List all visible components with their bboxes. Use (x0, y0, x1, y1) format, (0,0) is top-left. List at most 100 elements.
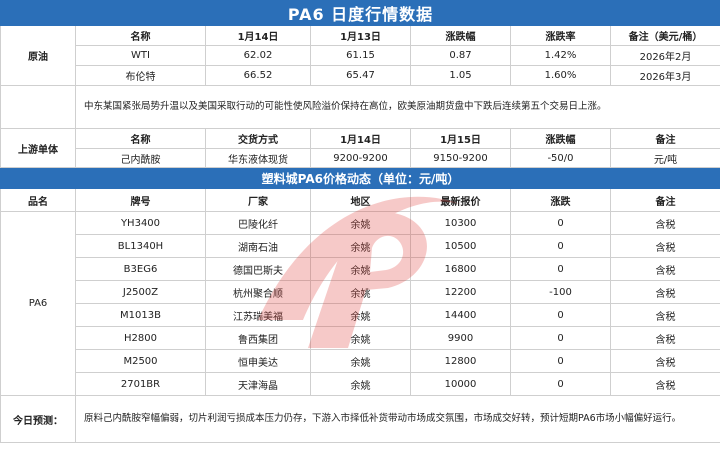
table-row: B3EG6 德国巴斯夫 余姚 16800 0 含税 (1, 257, 720, 281)
table-cell: 0 (510, 303, 611, 327)
table-cell: 余姚 (310, 372, 411, 396)
table-row: 2701BR 天津海晶 余姚 10000 0 含税 (1, 372, 720, 396)
crude-cell: 61.15 (310, 45, 411, 66)
table-cell: 德国巴斯夫 (205, 257, 311, 281)
crude-row-wti: WTI 62.02 61.15 0.87 1.42% 2026年2月 (1, 45, 720, 66)
upstream-cell: 元/吨 (609, 148, 720, 168)
table-row: H2800 鲁西集团 余姚 9900 0 含税 (1, 326, 720, 350)
table-cell: 余姚 (310, 280, 411, 304)
crude-cell: 1.05 (410, 65, 511, 86)
crude-cell: 布伦特 (75, 65, 206, 86)
crude-note-spacer (0, 85, 76, 129)
table-cell: 9900 (410, 326, 511, 350)
table-cell: 含税 (609, 234, 720, 258)
table-cell: 含税 (609, 372, 720, 396)
dynamics-col-grade: 牌号 (75, 188, 206, 212)
table-cell: 0 (510, 326, 611, 350)
table-cell: 湖南石油 (205, 234, 311, 258)
upstream-col: 交货方式 (205, 128, 311, 149)
crude-cell: 62.02 (205, 45, 311, 66)
table-cell: 12200 (410, 280, 511, 304)
table-cell: 鲁西集团 (205, 326, 311, 350)
page-title: PA6 日度行情数据 (0, 0, 720, 26)
table-cell: 含税 (609, 349, 720, 373)
table-cell: B3EG6 (75, 257, 206, 281)
dynamics-header-row: 品名 牌号 厂家 地区 最新报价 涨跌 备注 (0, 188, 720, 212)
table-cell: H2800 (75, 326, 206, 350)
table-cell: 14400 (410, 303, 511, 327)
upstream-row: 己内酰胺 华东液体现货 9200-9200 9150-9200 -50/0 元/… (1, 148, 720, 168)
crude-cell: 2026年2月 (609, 45, 720, 66)
table-cell: 余姚 (310, 303, 411, 327)
crude-col-note: 备注（美元/桶） (609, 25, 720, 46)
table-cell: 16800 (410, 257, 511, 281)
table-cell: 杭州聚合顺 (205, 280, 311, 304)
table-cell: M1013B (75, 303, 206, 327)
crude-cell: 1.42% (510, 45, 611, 66)
upstream-cell: -50/0 (510, 148, 611, 168)
crude-cell: 66.52 (205, 65, 311, 86)
table-cell: 余姚 (310, 326, 411, 350)
table-cell: 0 (510, 372, 611, 396)
crude-note: 中东某国紧张局势升温以及美国采取行动的可能性使风险溢价保持在高位，欧美原油期货盘… (74, 85, 720, 129)
table-cell: 10000 (410, 372, 511, 396)
table-row: M1013B 江苏瑞美福 余姚 14400 0 含税 (1, 303, 720, 327)
table-cell: 恒申美达 (205, 349, 311, 373)
table-cell: 2701BR (75, 372, 206, 396)
crude-section-label: 原油 (0, 25, 76, 86)
table-cell: 0 (510, 234, 611, 258)
dynamics-col-note: 备注 (609, 188, 720, 212)
table-cell: M2500 (75, 349, 206, 373)
crude-cell: 1.60% (510, 65, 611, 86)
table-cell: 余姚 (310, 234, 411, 258)
crude-cell: WTI (75, 45, 206, 66)
table-cell: 含税 (609, 326, 720, 350)
crude-col-date2: 1月13日 (310, 25, 411, 46)
pa6-daily-table: PA6 日度行情数据 原油 名称 1月14日 1月13日 涨跌幅 涨跌率 备注（… (0, 0, 720, 443)
crude-col-date1: 1月14日 (205, 25, 311, 46)
dynamics-col-maker: 厂家 (205, 188, 311, 212)
upstream-col: 1月15日 (410, 128, 511, 149)
table-cell: 0 (510, 349, 611, 373)
crude-cell: 65.47 (310, 65, 411, 86)
forecast-label: 今日预测： (0, 395, 76, 443)
table-row: BL1340H 湖南石油 余姚 10500 0 含税 (1, 234, 720, 258)
table-cell: 0 (510, 211, 611, 235)
upstream-header-row: 上游单体 名称 交货方式 1月14日 1月15日 涨跌幅 备注 (0, 128, 720, 168)
table-cell: 含税 (609, 257, 720, 281)
dynamics-col-region: 地区 (310, 188, 411, 212)
table-cell: 天津海晶 (205, 372, 311, 396)
upstream-col: 名称 (75, 128, 206, 149)
dynamics-product: PA6 (0, 211, 76, 396)
forecast-row: 今日预测： 原料己内酰胺窄幅偏弱，切片利润亏损成本压力仍存，下游入市择低补货带动… (0, 395, 720, 443)
dynamics-col-change: 涨跌 (510, 188, 611, 212)
table-row: PA6 YH3400 巴陵化纤 余姚 10300 0 含税 (0, 211, 720, 396)
table-cell: 巴陵化纤 (205, 211, 311, 235)
table-row: J2500Z 杭州聚合顺 余姚 12200 -100 含税 (1, 280, 720, 304)
table-row: M2500 恒申美达 余姚 12800 0 含税 (1, 349, 720, 373)
upstream-cell: 9150-9200 (410, 148, 511, 168)
crude-col-change: 涨跌幅 (410, 25, 511, 46)
crude-col-rate: 涨跌率 (510, 25, 611, 46)
crude-header-row: 原油 名称 1月14日 1月13日 涨跌幅 涨跌率 备注（美元/桶） (0, 25, 720, 86)
upstream-cell: 己内酰胺 (75, 148, 206, 168)
crude-cell: 2026年3月 (609, 65, 720, 86)
upstream-col: 1月14日 (310, 128, 411, 149)
table-cell: 江苏瑞美福 (205, 303, 311, 327)
table-cell: 10300 (410, 211, 511, 235)
crude-note-row: 中东某国紧张局势升温以及美国采取行动的可能性使风险溢价保持在高位，欧美原油期货盘… (0, 85, 720, 129)
upstream-section-label: 上游单体 (0, 128, 76, 168)
table-cell: 含税 (609, 303, 720, 327)
table-cell: -100 (510, 280, 611, 304)
upstream-cell: 9200-9200 (310, 148, 411, 168)
dynamics-col-product: 品名 (0, 188, 76, 212)
report-page: PA6 日度行情数据 原油 名称 1月14日 1月13日 涨跌幅 涨跌率 备注（… (0, 0, 720, 466)
upstream-cell: 华东液体现货 (205, 148, 311, 168)
table-cell: 余姚 (310, 349, 411, 373)
crude-cell: 0.87 (410, 45, 511, 66)
forecast-text: 原料己内酰胺窄幅偏弱，切片利润亏损成本压力仍存，下游入市择低补货带动市场成交氛围… (74, 395, 720, 443)
table-cell: 含税 (609, 211, 720, 235)
upstream-col: 备注 (609, 128, 720, 149)
crude-col-name: 名称 (75, 25, 206, 46)
table-cell: 余姚 (310, 211, 411, 235)
